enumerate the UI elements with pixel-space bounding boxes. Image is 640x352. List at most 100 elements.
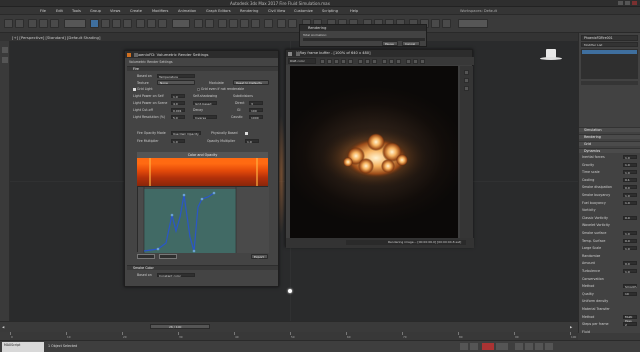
decay-dropdown[interactable]: Inverse: [193, 115, 217, 120]
select-by-name-icon[interactable]: [101, 19, 110, 28]
prev-frame-icon[interactable]: ◀: [2, 325, 4, 329]
section-rendering[interactable]: Rendering: [579, 134, 640, 139]
maxscript-listener[interactable]: MAXScript: [2, 342, 44, 352]
direct-field[interactable]: 3: [249, 101, 263, 106]
move-icon[interactable]: [136, 19, 145, 28]
rotate-icon[interactable]: [147, 19, 156, 28]
red-channel-icon[interactable]: [320, 58, 325, 64]
time-slider[interactable]: 26 / 100 ◀ ▶: [0, 321, 578, 332]
maximize-viewport-icon[interactable]: [545, 343, 553, 350]
auto-key-button[interactable]: [482, 343, 494, 350]
section-simulation[interactable]: Simulation: [579, 127, 640, 132]
grid-light-checkbox[interactable]: [133, 88, 136, 91]
menu-tools[interactable]: Tools: [72, 9, 81, 13]
close-icon[interactable]: [296, 51, 300, 56]
alpha-channel-icon[interactable]: [341, 58, 346, 64]
cancel-button[interactable]: Cancel: [402, 41, 420, 46]
channel-dropdown[interactable]: RGB color: [288, 58, 316, 64]
object-name-field[interactable]: PhoenixFDFire001: [581, 35, 638, 41]
grid-even-checkbox[interactable]: [197, 88, 200, 91]
dynamics-row-field[interactable]: 1.0: [623, 231, 637, 236]
dynamics-row-field[interactable]: Multi Pass: [623, 314, 637, 323]
pause-button[interactable]: Pause: [382, 41, 398, 46]
opacity-mode-dropdown[interactable]: Use Own Opacity: [171, 131, 201, 136]
blue-channel-icon[interactable]: [334, 58, 339, 64]
zoom-icon[interactable]: [515, 343, 523, 350]
bind-icon[interactable]: [50, 19, 59, 28]
smoke-color-header[interactable]: Smoke Color: [127, 265, 278, 270]
fire-section-header[interactable]: Fire: [127, 66, 278, 71]
vfb-title-bar[interactable]: V-Ray frame buffer - [100% of 640 x 480]: [286, 50, 472, 57]
menu-group[interactable]: Group: [90, 9, 101, 13]
minimize-icon[interactable]: [618, 1, 623, 5]
caustic-field[interactable]: 1000: [249, 115, 263, 120]
unlink-icon[interactable]: [39, 19, 48, 28]
curve-range-field[interactable]: [137, 254, 155, 259]
named-selection-icon[interactable]: [264, 19, 273, 28]
curve-range-field[interactable]: [159, 254, 177, 259]
modifier-list[interactable]: Modifier List: [581, 42, 638, 47]
next-key-icon[interactable]: [470, 343, 478, 350]
render-icon[interactable]: [420, 58, 425, 64]
dynamics-row-field[interactable]: Smooth: [623, 284, 637, 289]
light-power-self-field[interactable]: 1.0: [171, 94, 185, 99]
menu-animation[interactable]: Animation: [178, 9, 196, 13]
opacity-multiplier-field[interactable]: 1.0: [245, 139, 259, 144]
spinner-snap-icon[interactable]: [251, 19, 260, 28]
green-channel-icon[interactable]: [327, 58, 332, 64]
physically-based-checkbox[interactable]: [245, 132, 248, 135]
clear-icon[interactable]: [365, 58, 370, 64]
window-controls[interactable]: [618, 1, 638, 5]
follow-mouse-icon[interactable]: [382, 58, 387, 64]
duplicate-icon[interactable]: [372, 58, 377, 64]
next-frame-icon[interactable]: ▶: [570, 325, 572, 329]
select-icon[interactable]: [90, 19, 99, 28]
region-icon[interactable]: [389, 58, 394, 64]
modify-icon[interactable]: [2, 57, 8, 63]
dynamics-row-field[interactable]: 1.0: [623, 193, 637, 198]
select-manipulate-icon[interactable]: [205, 19, 214, 28]
angle-snap-icon[interactable]: [229, 19, 238, 28]
reset-defaults-button[interactable]: Reset to Defaults: [233, 80, 269, 85]
dynamics-row-field[interactable]: 1.0: [623, 246, 637, 251]
selection-filter[interactable]: [64, 19, 86, 28]
menu-help[interactable]: Help: [350, 9, 358, 13]
viewport-label[interactable]: [+] [Perspective] [Standard] [Default Sh…: [12, 35, 100, 40]
dynamics-row-field[interactable]: 0.0: [623, 261, 637, 266]
close-icon[interactable]: [632, 1, 637, 5]
render-last-icon[interactable]: [406, 58, 411, 64]
section-grid[interactable]: Grid: [579, 141, 640, 146]
dynamics-row-field[interactable]: 0.0: [623, 185, 637, 190]
opacity-curve-editor[interactable]: [137, 186, 269, 253]
menu-edit[interactable]: Edit: [56, 9, 63, 13]
dynamics-row-field[interactable]: 0.1: [623, 177, 637, 182]
play-icon[interactable]: [460, 343, 468, 350]
pivot-icon[interactable]: [194, 19, 203, 28]
workspace-dropdown[interactable]: [458, 19, 488, 28]
menu-modifiers[interactable]: Modifiers: [152, 9, 168, 13]
menu-graph-editors[interactable]: Graph Editors: [206, 9, 231, 13]
workspace-selector[interactable]: Workspaces: Default: [460, 9, 497, 13]
history-icon[interactable]: [464, 86, 469, 91]
menu-file[interactable]: File: [40, 9, 46, 13]
stack-buttons[interactable]: [581, 81, 638, 85]
save-icon[interactable]: [358, 58, 363, 64]
modifier-stack[interactable]: [581, 49, 638, 79]
reference-coordinate[interactable]: [172, 19, 190, 28]
texture-button[interactable]: None: [157, 80, 195, 85]
set-key-button[interactable]: [496, 343, 508, 350]
scale-icon[interactable]: [158, 19, 167, 28]
lens-effects-icon[interactable]: [396, 58, 401, 64]
dynamics-row-field[interactable]: 1.0: [623, 200, 637, 205]
self-shadowing-dropdown[interactable]: Grid-based: [193, 101, 217, 106]
mono-icon[interactable]: [348, 58, 353, 64]
export-button[interactable]: Export: [251, 254, 268, 259]
dynamics-row-field[interactable]: 0.0: [623, 215, 637, 220]
light-resolution-field[interactable]: 5.0: [171, 115, 185, 120]
lut-icon[interactable]: [464, 78, 469, 83]
rendering-title-bar[interactable]: Rendering: [300, 25, 426, 31]
color-gradient-ramp[interactable]: [137, 158, 268, 186]
orbit-icon[interactable]: [535, 343, 543, 350]
render-image[interactable]: [290, 66, 458, 238]
track-bar[interactable]: 0 10 20 30 40 50 60 70 80 90 100: [10, 332, 578, 340]
